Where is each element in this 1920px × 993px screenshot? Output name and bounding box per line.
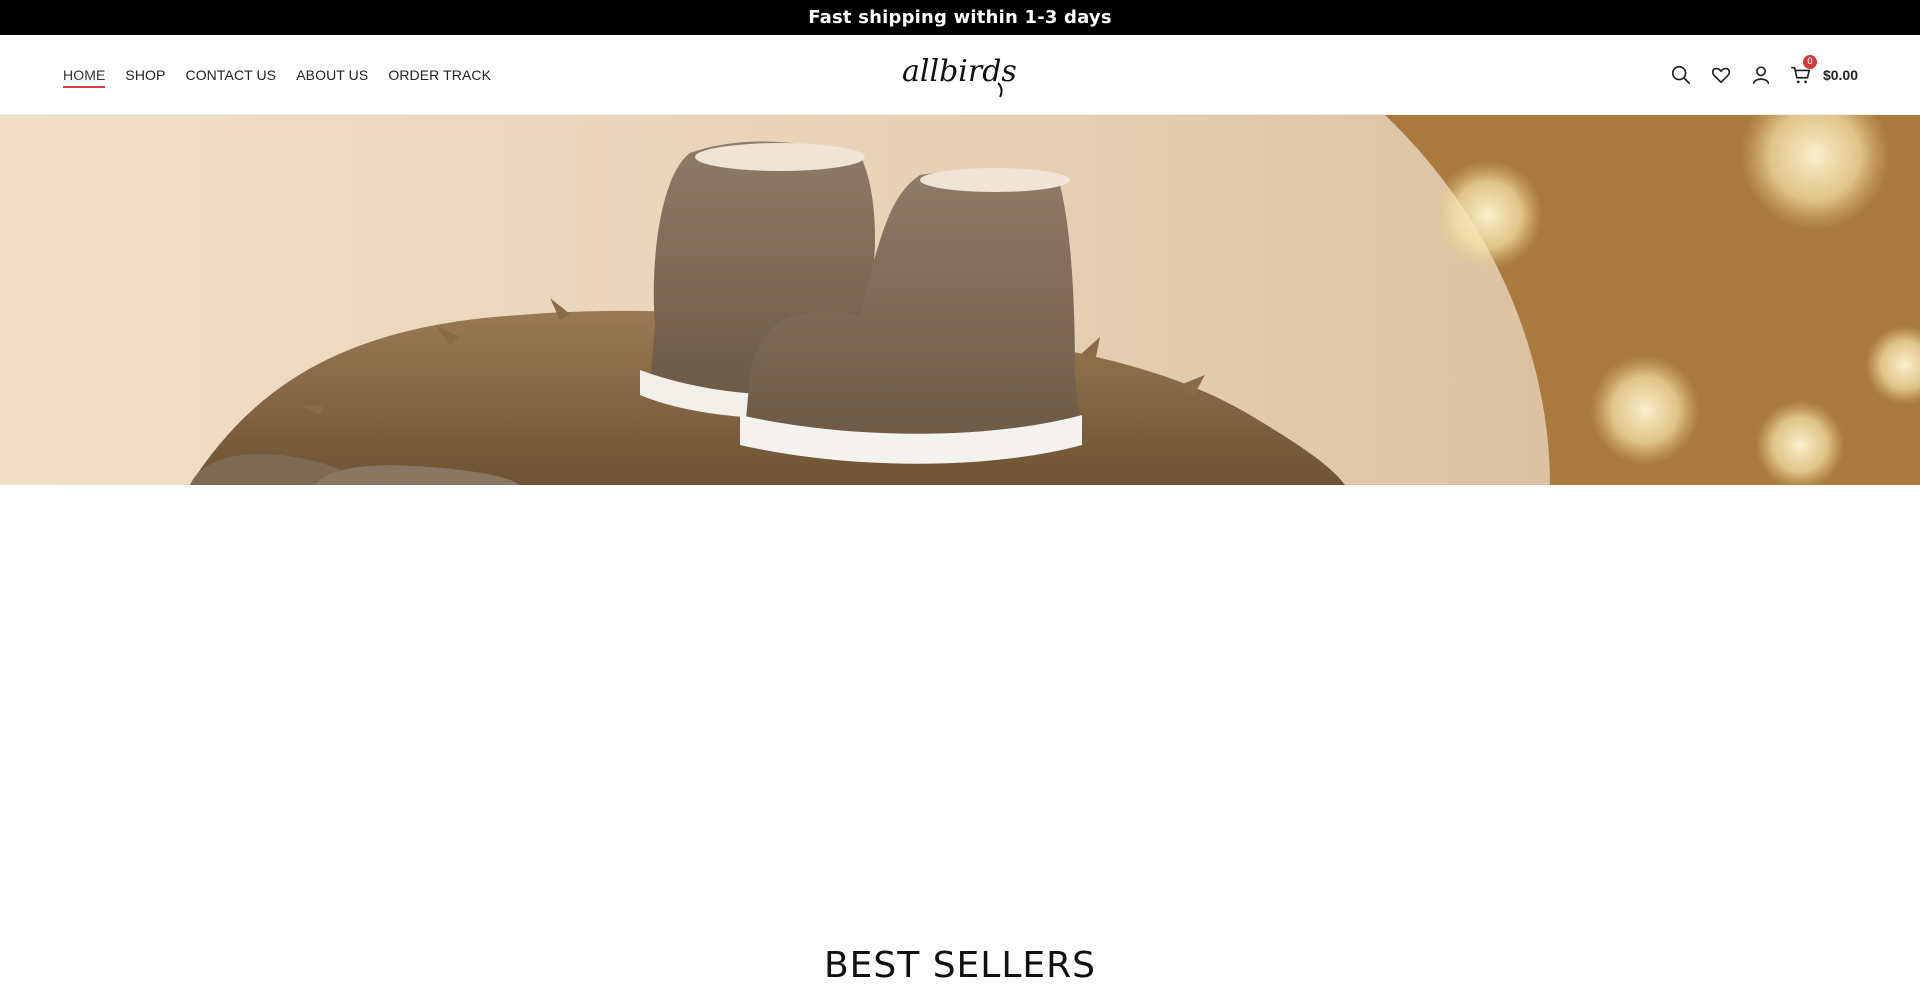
hero-image [0, 115, 1920, 485]
header-actions: 0 $0.00 [1669, 35, 1858, 115]
nav-item-shop[interactable]: SHOP [125, 65, 165, 85]
nav-item-home[interactable]: HOME [63, 65, 106, 88]
site-header: HOME SHOP CONTACT US ABOUT US ORDER TRAC… [0, 35, 1920, 115]
heart-icon[interactable] [1709, 63, 1733, 87]
user-icon[interactable] [1749, 63, 1773, 87]
main-nav: HOME SHOP CONTACT US ABOUT US ORDER TRAC… [63, 35, 491, 115]
search-icon[interactable] [1669, 63, 1693, 87]
brand-logo[interactable]: allbirds [898, 51, 1018, 99]
cart-button[interactable]: 0 $0.00 [1789, 55, 1858, 87]
hero-banner[interactable] [0, 115, 1920, 485]
nav-item-order-track[interactable]: ORDER TRACK [388, 65, 491, 85]
best-sellers-heading: BEST SELLERS [823, 945, 1097, 986]
nav-item-about-us[interactable]: ABOUT US [296, 65, 368, 85]
announcement-text: Fast shipping within 1-3 days [808, 7, 1112, 28]
cart-total: $0.00 [1822, 67, 1858, 83]
cart-count-badge: 0 [1802, 55, 1817, 69]
announcement-bar: Fast shipping within 1-3 days [0, 0, 1920, 35]
nav-item-contact-us[interactable]: CONTACT US [185, 65, 276, 85]
